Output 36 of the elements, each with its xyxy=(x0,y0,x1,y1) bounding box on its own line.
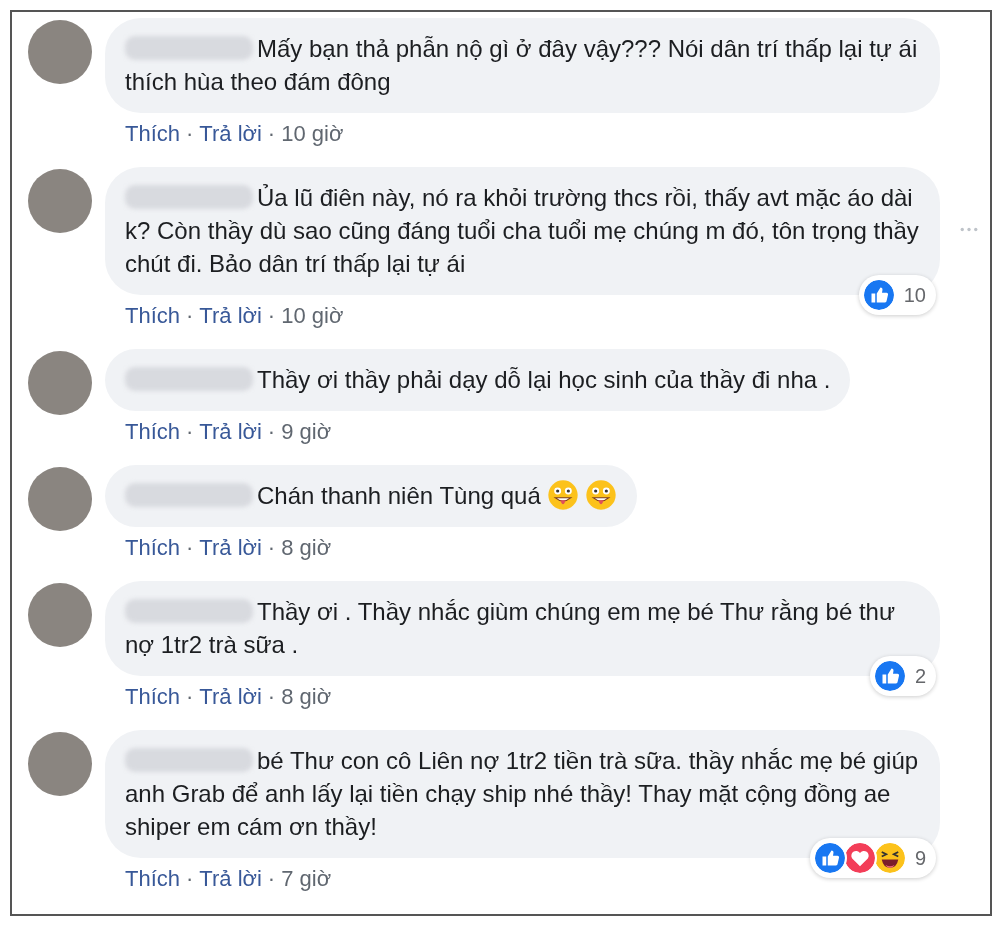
timestamp: 10 giờ xyxy=(281,303,344,329)
separator-dot: · xyxy=(267,121,276,147)
separator-dot: · xyxy=(186,684,194,710)
like-link[interactable]: Thích xyxy=(125,121,181,147)
separator-dot: · xyxy=(267,866,276,892)
separator-dot: · xyxy=(267,419,276,445)
timestamp: 8 giờ xyxy=(281,535,332,561)
reaction-count[interactable]: 9 xyxy=(809,838,936,878)
like-link[interactable]: Thích xyxy=(125,419,181,445)
timestamp: 8 giờ xyxy=(281,684,332,710)
comment-text: Thầy ơi thầy phải dạy dỗ lại học sinh của thầy đi nha . xyxy=(125,363,831,396)
separator-dot: · xyxy=(267,684,276,710)
reply-link[interactable]: Trả lời xyxy=(199,121,262,147)
like-link[interactable]: Thích xyxy=(125,303,181,329)
separator-dot: · xyxy=(186,303,194,329)
timestamp: 7 giờ xyxy=(281,866,332,892)
separator-dot: · xyxy=(186,419,194,445)
reply-link[interactable]: Trả lời xyxy=(199,419,262,445)
comment-text: Chán thanh niên Tùng quá xyxy=(125,479,617,512)
separator-dot: · xyxy=(267,303,276,329)
reply-link[interactable]: Trả lời xyxy=(199,866,262,892)
timestamp: 9 giờ xyxy=(281,419,332,445)
reaction-count[interactable]: 2 xyxy=(869,656,936,696)
reply-link[interactable]: Trả lời xyxy=(199,684,262,710)
separator-dot: · xyxy=(186,121,194,147)
like-link[interactable]: Thích xyxy=(125,535,181,561)
separator-dot: · xyxy=(267,535,276,561)
like-link[interactable]: Thích xyxy=(125,866,181,892)
reply-link[interactable]: Trả lời xyxy=(199,535,262,561)
reply-link[interactable]: Trả lời xyxy=(199,303,262,329)
comment-text: Mấy bạn thả phẫn nộ gì ở đây vậy??? Nói dân trí thấp lại tự ái thích hùa theo đám đông xyxy=(125,34,919,97)
timestamp: 10 giờ xyxy=(281,121,344,147)
separator-dot: · xyxy=(186,866,194,892)
reaction-count[interactable]: 10 xyxy=(858,275,936,315)
separator-dot: · xyxy=(186,535,194,561)
like-link[interactable]: Thích xyxy=(125,684,181,710)
